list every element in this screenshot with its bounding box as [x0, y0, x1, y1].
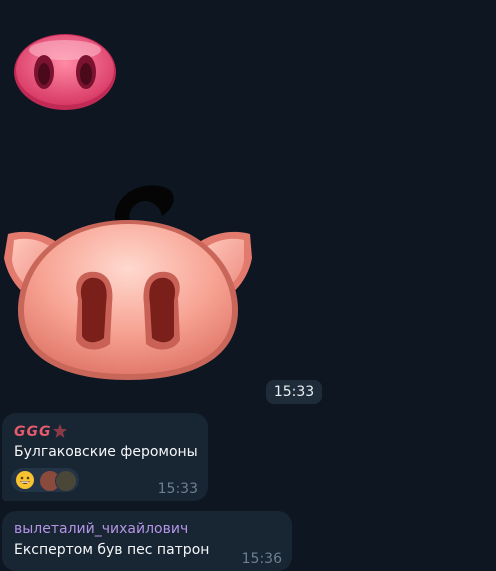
- pig-snout-icon: [14, 34, 116, 110]
- message-bubble[interactable]: вылеталий_чихайлович Експертом був пес п…: [2, 511, 292, 571]
- grinning-face-icon: [15, 470, 35, 490]
- pig-face-sticker[interactable]: [0, 180, 256, 386]
- pig-face-icon: [4, 185, 252, 380]
- message-time: 15:33: [157, 481, 198, 497]
- reaction-chip[interactable]: [11, 468, 79, 492]
- sticker-timestamp: 15:33: [266, 380, 322, 404]
- sender-name[interactable]: GGG: [14, 424, 51, 440]
- avatar: [55, 470, 77, 492]
- sender-name[interactable]: вылеталий_чихайлович: [14, 521, 188, 537]
- star-icon: [52, 423, 68, 439]
- message-text: Булгаковские феромоны: [14, 444, 198, 460]
- message-text: Експертом був пес патрон: [14, 542, 210, 558]
- message-time: 15:36: [241, 551, 282, 567]
- message-bubble[interactable]: GGG Булгаковские феромоны 15:33: [2, 413, 208, 501]
- pig-snout-sticker[interactable]: [12, 30, 118, 112]
